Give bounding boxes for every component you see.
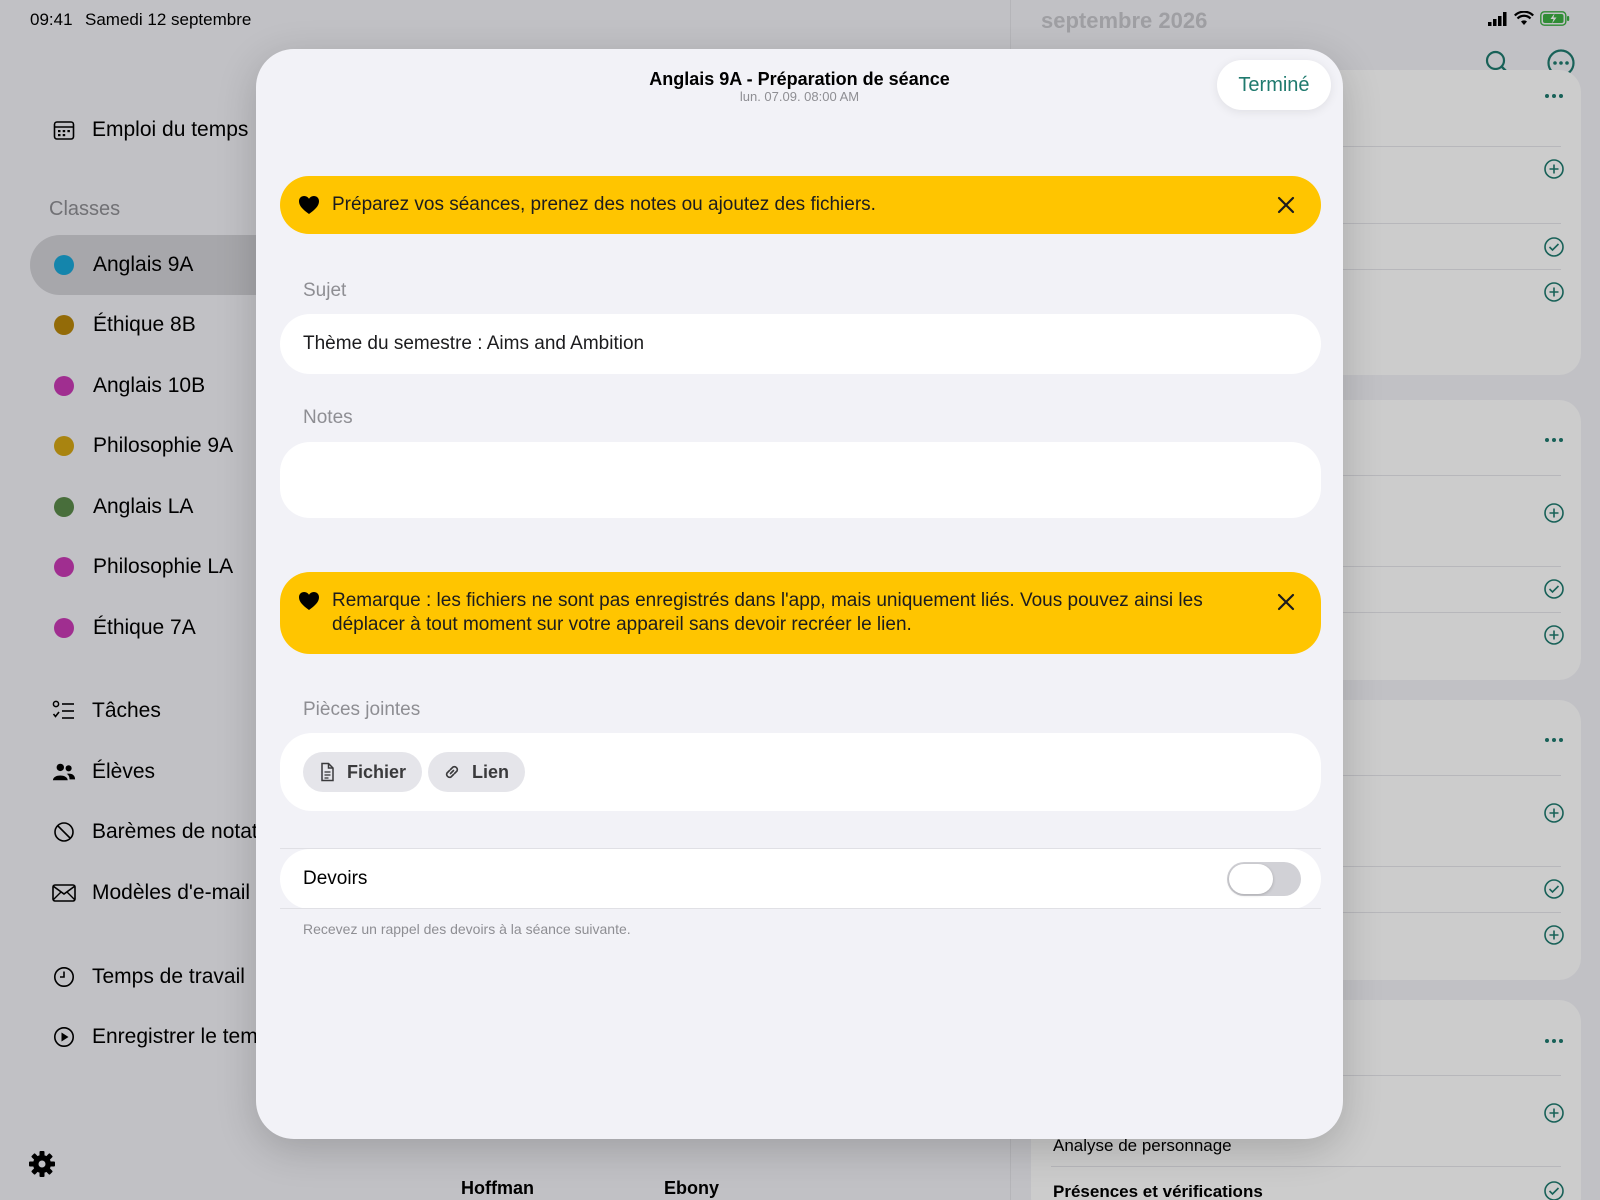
heart-icon xyxy=(298,591,320,611)
notes-label: Notes xyxy=(303,407,353,428)
attachments-label: Pièces jointes xyxy=(303,699,421,720)
add-link-label: Lien xyxy=(472,761,510,782)
homework-footnote: Recevez un rappel des devoirs à la séanc… xyxy=(303,921,631,937)
notes-textarea[interactable] xyxy=(280,442,1321,518)
done-button[interactable]: Terminé xyxy=(1217,60,1331,110)
add-file-button[interactable]: Fichier xyxy=(303,752,423,792)
info-banner-text: Préparez vos séances, prenez des notes o… xyxy=(332,194,876,215)
subject-label: Sujet xyxy=(303,280,347,301)
close-icon[interactable] xyxy=(1275,194,1297,216)
document-icon xyxy=(317,762,337,782)
sheet-title: Anglais 9A - Préparation de séance xyxy=(649,69,950,89)
divider xyxy=(280,908,1321,909)
file-note-text: Remarque : les fichiers ne sont pas enre… xyxy=(332,590,1203,635)
subject-input[interactable] xyxy=(280,314,1321,374)
info-banner: Préparez vos séances, prenez des notes o… xyxy=(280,176,1321,234)
heart-icon xyxy=(298,195,320,215)
add-file-label: Fichier xyxy=(347,761,407,782)
homework-row: Devoirs xyxy=(280,849,1321,909)
link-icon xyxy=(442,762,462,782)
toggle-knob xyxy=(1229,864,1273,894)
homework-toggle[interactable] xyxy=(1227,862,1301,896)
sheet-subtitle: lun. 07.09. 08:00 AM xyxy=(739,89,860,104)
session-prep-sheet: Anglais 9A - Préparation de séance lun. … xyxy=(256,49,1343,1139)
close-icon[interactable] xyxy=(1275,591,1297,613)
homework-label: Devoirs xyxy=(303,868,368,889)
add-link-button[interactable]: Lien xyxy=(428,752,526,792)
file-note-banner: Remarque : les fichiers ne sont pas enre… xyxy=(280,572,1321,654)
